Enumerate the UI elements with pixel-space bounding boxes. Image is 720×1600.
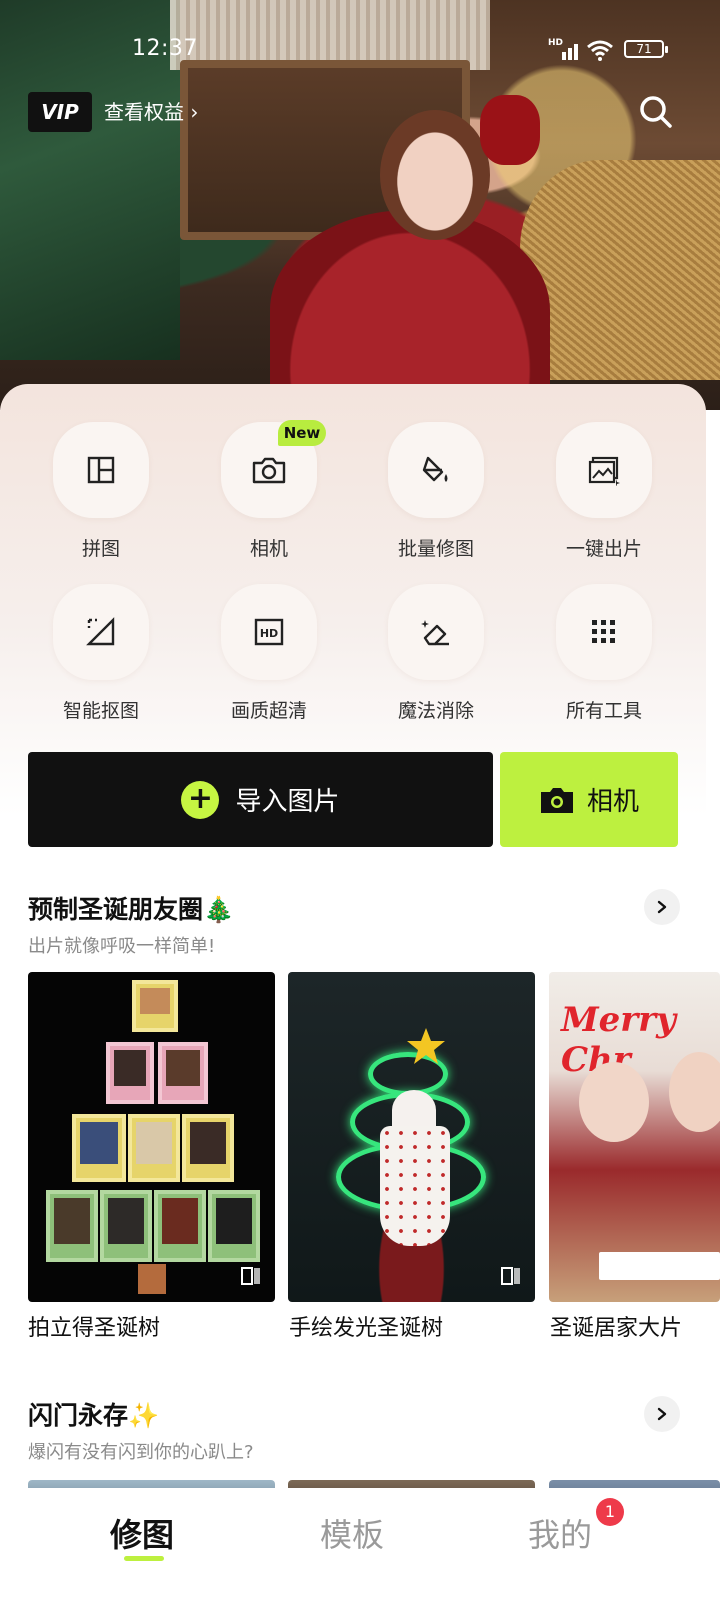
polaroid-photo (158, 1042, 208, 1104)
nav-tab-edit[interactable]: 修图 (110, 1510, 174, 1556)
card-title: 圣诞居家大片 (550, 1316, 683, 1341)
tool-one-click[interactable]: 一键出片 (534, 422, 674, 572)
status-time: 12:37 (132, 36, 198, 61)
tool-label: 画质超清 (230, 700, 307, 722)
section-more-button[interactable] (644, 1396, 680, 1432)
status-bar: 12:37 HD 71 (0, 0, 720, 100)
tool-hd[interactable]: HD 画质超清 (199, 584, 339, 734)
polaroid-photo (100, 1190, 152, 1262)
tool-all-tools[interactable]: 所有工具 (534, 584, 674, 734)
tool-label: 智能抠图 (62, 700, 139, 722)
batch-edit-icon (388, 422, 484, 518)
polaroid-photo (208, 1190, 260, 1262)
nav-tab-me[interactable]: 我的 (528, 1510, 592, 1556)
network-type: HD (548, 38, 564, 48)
polaroid-photo (154, 1190, 206, 1262)
hero-hay (520, 160, 720, 380)
one-click-icon (556, 422, 652, 518)
tool-label: 魔法消除 (397, 700, 474, 722)
vip-badge[interactable]: VIP (28, 92, 92, 132)
polaroid-photo (132, 980, 178, 1032)
chevron-right-icon (657, 900, 667, 914)
hero-person-face (380, 110, 490, 240)
hero-person-sweater (270, 210, 550, 410)
tool-label: 相机 (249, 538, 288, 560)
signal-icon: HD (548, 38, 582, 60)
svg-text:HD: HD (260, 627, 278, 640)
nav-tab-templates[interactable]: 模板 (320, 1510, 384, 1556)
tool-label: 所有工具 (565, 700, 642, 722)
template-card-glowing-tree[interactable] (288, 972, 535, 1302)
tool-label: 批量修图 (397, 538, 474, 560)
camera-icon (540, 787, 573, 813)
nav-active-indicator (124, 1556, 164, 1561)
polka-dot-dress (380, 1126, 450, 1246)
hd-icon: HD (221, 584, 317, 680)
camera-button[interactable]: 相机 (500, 752, 678, 847)
preview-icon (501, 1267, 520, 1285)
card-title: 拍立得圣诞树 (28, 1316, 161, 1341)
camera-button-label: 相机 (586, 787, 639, 817)
import-photo-label: 导入图片 (235, 787, 340, 817)
caption-strip (599, 1252, 720, 1280)
tool-collage[interactable]: 拼图 (31, 422, 171, 572)
new-badge: New (278, 420, 326, 446)
template-card-polaroid-tree[interactable] (28, 972, 275, 1302)
polaroid-photo (106, 1042, 154, 1104)
person-face (669, 1052, 720, 1132)
template-card-home-shoot[interactable]: Merry Chr (549, 972, 720, 1302)
star-icon (407, 1028, 445, 1064)
polaroid-photo (72, 1114, 126, 1182)
collage-icon (53, 422, 149, 518)
person-head (392, 1090, 436, 1130)
section-title: 预制圣诞朋友圈🎄 (28, 895, 235, 924)
search-icon[interactable] (636, 92, 676, 132)
card-title: 手绘发光圣诞树 (289, 1316, 444, 1341)
preview-icon (241, 1267, 260, 1285)
wifi-icon (587, 40, 613, 61)
view-benefits-link[interactable]: 查看权益 › (104, 96, 198, 128)
plus-icon: + (181, 780, 220, 819)
tool-smart-cutout[interactable]: 智能抠图 (31, 584, 171, 734)
person-face (579, 1062, 649, 1142)
tool-label: 拼图 (81, 538, 120, 560)
polaroid-photo (182, 1114, 234, 1182)
section-subtitle: 爆闪有没有闪到你的心趴上? (28, 1442, 254, 1463)
section-subtitle: 出片就像呼吸一样简单! (28, 936, 216, 957)
notification-badge: 1 (596, 1498, 624, 1526)
cutout-icon (53, 584, 149, 680)
section-more-button[interactable] (644, 889, 680, 925)
tool-batch-edit[interactable]: 批量修图 (366, 422, 506, 572)
tool-magic-eraser[interactable]: 魔法消除 (366, 584, 506, 734)
bottom-nav: 修图 模板 我的 1 (0, 1488, 720, 1600)
tool-label: 一键出片 (565, 538, 642, 560)
chevron-right-icon (657, 1407, 667, 1421)
eraser-icon (388, 584, 484, 680)
grid-icon (556, 584, 652, 680)
polaroid-photo (128, 1114, 180, 1182)
section-title: 闪门永存✨ (28, 1401, 160, 1430)
import-photo-button[interactable]: + 导入图片 (28, 752, 493, 847)
tree-trunk (138, 1264, 166, 1294)
hero-red-bow (480, 95, 540, 165)
battery-indicator: 71 (624, 40, 668, 58)
polaroid-photo (46, 1190, 98, 1262)
